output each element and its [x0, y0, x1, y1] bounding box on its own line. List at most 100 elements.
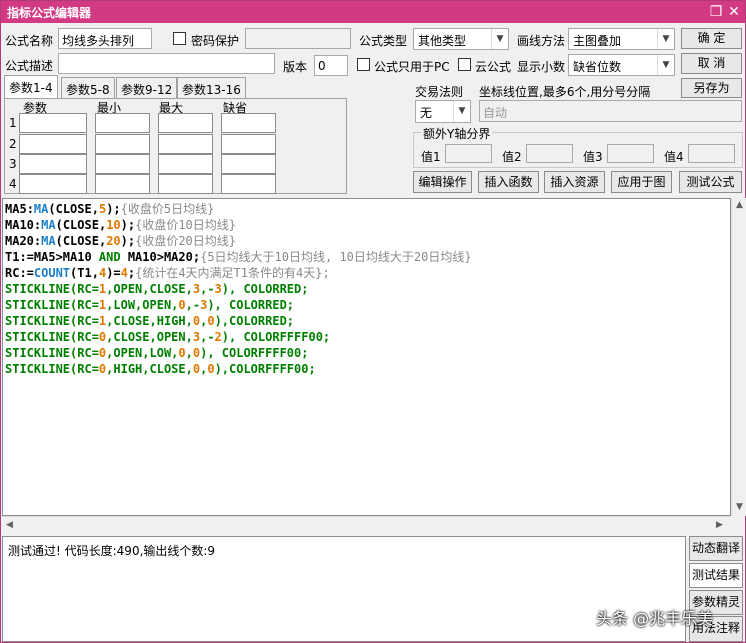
param-3-max[interactable]: [158, 154, 213, 174]
param-1-min[interactable]: [95, 113, 150, 133]
extra-y-group-label: 额外Y轴分界: [421, 125, 493, 142]
param-3-min[interactable]: [95, 154, 150, 174]
param-4-name[interactable]: [19, 174, 87, 194]
param-row-label: 2: [9, 137, 17, 151]
code-token: {5日均线大于10日均线, 10日均线大于20日均线}: [200, 250, 472, 264]
apply-to-chart-button[interactable]: 应用于图: [611, 171, 672, 193]
code-line: STICKLINE(RC=0,CLOSE,OPEN,3,-2), COLORFF…: [5, 329, 728, 345]
param-2-max[interactable]: [158, 134, 213, 154]
tab-params-9-12[interactable]: 参数9-12: [116, 77, 178, 98]
code-line: STICKLINE(RC=1,CLOSE,HIGH,0,0),COLORRED;: [5, 313, 728, 329]
trade-rule-label: 交易法则: [415, 85, 464, 99]
edit-operation-button[interactable]: 编辑操作: [413, 171, 472, 193]
extra-y-field-2[interactable]: [526, 144, 573, 163]
formula-name-label: 公式名称: [5, 34, 54, 48]
draw-method-select[interactable]: 主图叠加 ▼: [568, 28, 675, 50]
watermark: 头条 @兆丰乐美: [596, 609, 714, 628]
extra-y-label-2: 值2: [502, 150, 522, 164]
scroll-right-icon[interactable]: ▶: [716, 520, 723, 530]
pc-only-checkbox[interactable]: [357, 58, 370, 71]
param-3-name[interactable]: [19, 154, 87, 174]
ok-button[interactable]: 确 定: [681, 28, 742, 49]
extra-y-field-1[interactable]: [445, 144, 492, 163]
formula-type-value: 其他类型: [418, 34, 467, 48]
axis-position-hint: 坐标线位置,最多6个,用分号分隔: [479, 85, 651, 99]
scroll-left-icon[interactable]: ◀: [6, 520, 13, 530]
code-token: ,: [91, 266, 99, 280]
cloud-formula-checkbox[interactable]: [458, 58, 471, 71]
formula-desc-field[interactable]: [58, 53, 275, 74]
code-token: STICKLINE(RC=: [5, 298, 99, 312]
param-2-default[interactable]: [221, 134, 276, 154]
vertical-scrollbar[interactable]: ▲ ▼: [731, 198, 746, 516]
save-as-button[interactable]: 另存为: [681, 78, 742, 98]
dynamic-translate-button[interactable]: 动态翻译: [689, 536, 743, 561]
param-4-min[interactable]: [95, 174, 150, 194]
param-1-max[interactable]: [158, 113, 213, 133]
version-field[interactable]: 0: [314, 55, 348, 76]
title-bar[interactable]: 指标公式编辑器 ❐ ✕: [1, 1, 745, 23]
tab-params-1-4[interactable]: 参数1-4: [4, 75, 58, 99]
code-token: ),COLORRED;: [214, 314, 295, 328]
formula-type-select[interactable]: 其他类型 ▼: [413, 28, 509, 50]
param-4-default[interactable]: [221, 174, 276, 194]
code-token: 20: [106, 234, 121, 248]
code-token: T1:=MA5>MA10: [5, 250, 99, 264]
horizontal-scrollbar[interactable]: ◀ ▶: [2, 516, 731, 533]
param-1-default[interactable]: [221, 113, 276, 133]
version-label: 版本: [283, 60, 308, 74]
formula-name-field[interactable]: 均线多头排列: [58, 28, 152, 49]
code-token: MA: [41, 218, 56, 232]
cancel-button[interactable]: 取 消: [681, 53, 742, 74]
password-field[interactable]: [245, 28, 351, 49]
chevron-down-icon: ▼: [453, 101, 470, 122]
param-2-min[interactable]: [95, 134, 150, 154]
scroll-down-icon[interactable]: ▼: [736, 502, 743, 512]
test-output-text: 测试通过! 代码长度:490,输出线个数:9: [8, 544, 216, 558]
code-token: MA10: [5, 218, 34, 232]
password-checkbox[interactable]: [173, 32, 186, 45]
code-token: {收盘价20日均线}: [135, 234, 236, 248]
code-token: );: [106, 202, 121, 216]
code-token: STICKLINE(RC=: [5, 282, 99, 296]
code-token: ,-: [200, 330, 215, 344]
code-token: ,HIGH,CLOSE,: [106, 362, 193, 376]
code-token: ), COLORRED;: [221, 282, 309, 296]
cloud-formula-label: 云公式: [475, 60, 512, 74]
code-token: MA10>MA20;: [120, 250, 201, 264]
decimals-value: 缺省位数: [573, 60, 622, 74]
code-editor[interactable]: MA5:MA(CLOSE,5);{收盘价5日均线} MA10:MA(CLOSE,1…: [2, 198, 731, 516]
test-formula-button[interactable]: 测试公式: [679, 171, 742, 193]
code-token: 3: [192, 282, 201, 296]
code-line: STICKLINE(RC=0,HIGH,CLOSE,0,0),COLORFFFF…: [5, 361, 728, 377]
code-token: RC:=: [5, 266, 34, 280]
axis-position-field[interactable]: 自动: [479, 100, 742, 122]
formula-desc-label: 公式描述: [5, 59, 54, 73]
code-token: (: [48, 202, 56, 216]
insert-resource-button[interactable]: 插入资源: [544, 171, 605, 193]
param-1-name[interactable]: [19, 113, 87, 133]
code-token: STICKLINE(RC=: [5, 330, 99, 344]
test-result-button[interactable]: 测试结果: [689, 563, 743, 588]
param-4-max[interactable]: [158, 174, 213, 194]
window-title: 指标公式编辑器: [7, 6, 92, 20]
param-row-label: 1: [9, 116, 17, 130]
restore-icon[interactable]: ❐: [707, 3, 725, 21]
extra-y-field-4[interactable]: [688, 144, 735, 163]
insert-function-button[interactable]: 插入函数: [478, 171, 539, 193]
extra-y-label-4: 值4: [664, 150, 684, 164]
extra-y-field-3[interactable]: [607, 144, 654, 163]
code-token: ,CLOSE,HIGH,: [106, 314, 193, 328]
scroll-up-icon[interactable]: ▲: [736, 200, 743, 210]
decimals-select[interactable]: 缺省位数 ▼: [568, 54, 675, 76]
tab-params-13-16[interactable]: 参数13-16: [177, 77, 246, 98]
code-token: (: [55, 234, 63, 248]
code-token: 0: [207, 362, 215, 376]
close-icon[interactable]: ✕: [725, 3, 743, 21]
trade-rule-select[interactable]: 无 ▼: [415, 100, 471, 123]
param-2-name[interactable]: [19, 134, 87, 154]
code-token: ,: [91, 202, 99, 216]
code-token: ), COLORFFFF00;: [200, 346, 309, 360]
param-3-default[interactable]: [221, 154, 276, 174]
tab-params-5-8[interactable]: 参数5-8: [61, 77, 115, 98]
